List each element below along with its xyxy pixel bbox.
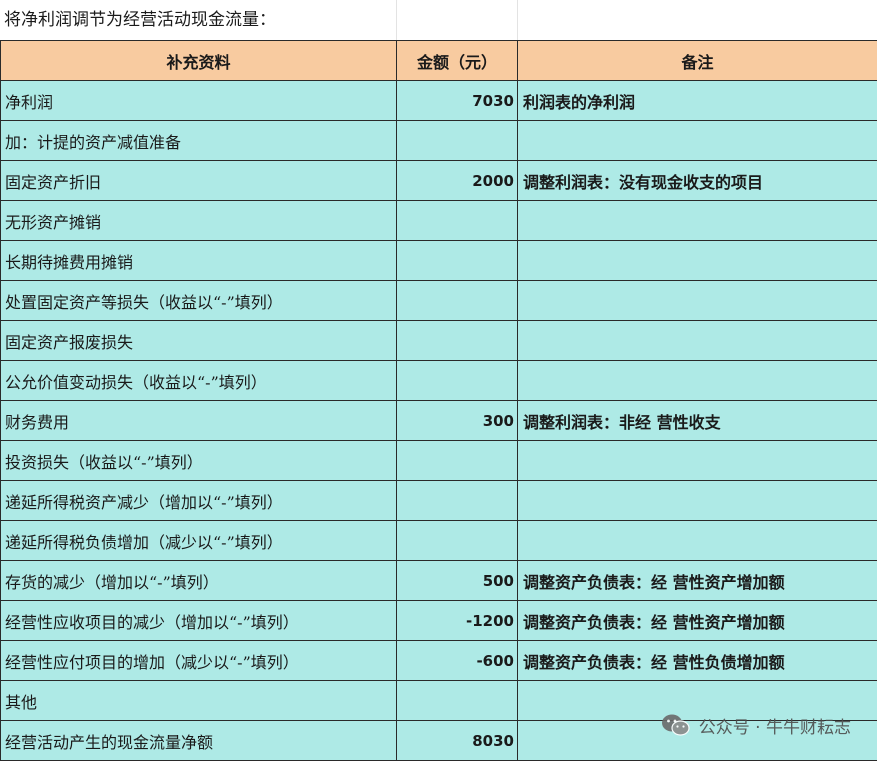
row-label-cell[interactable]: 其他	[0, 680, 397, 721]
row-label-cell[interactable]: 投资损失（收益以“-”填列）	[0, 440, 397, 481]
row-amount-cell[interactable]	[396, 360, 518, 401]
watermark: 公众号 · 牛牛财耘志	[661, 707, 851, 743]
sheet-title[interactable]: 将净利润调节为经营活动现金流量：	[4, 0, 276, 40]
row-note-cell[interactable]: 利润表的净利润	[517, 80, 877, 121]
row-note-cell[interactable]	[517, 360, 877, 401]
table-row: 经营性应付项目的增加（减少以“-”填列） -600 调整资产负债表：经 营性负债增加…	[0, 640, 877, 681]
row-amount-cell[interactable]	[396, 240, 518, 281]
header-row: 补充资料 金额（元） 备注	[0, 40, 877, 81]
row-note-cell[interactable]	[517, 440, 877, 481]
table-row: 存货的减少（增加以“-”填列） 500 调整资产负债表：经 营性资产增加额	[0, 560, 877, 601]
gridline	[517, 0, 518, 40]
header-note[interactable]: 备注	[517, 40, 877, 81]
table-row: 无形资产摊销	[0, 200, 877, 241]
row-note-cell[interactable]: 调整资产负债表：经 营性负债增加额	[517, 640, 877, 681]
row-amount-cell[interactable]: 8030	[396, 720, 518, 761]
row-amount-cell[interactable]	[396, 120, 518, 161]
table-row: 递延所得税资产减少（增加以“-”填列）	[0, 480, 877, 521]
row-amount-cell[interactable]	[396, 520, 518, 561]
row-amount-cell[interactable]	[396, 440, 518, 481]
row-label-cell[interactable]: 处置固定资产等损失（收益以“-”填列）	[0, 280, 397, 321]
watermark-text: 公众号 · 牛牛财耘志	[698, 717, 851, 738]
table-row: 处置固定资产等损失（收益以“-”填列）	[0, 280, 877, 321]
row-label-cell[interactable]: 公允价值变动损失（收益以“-”填列）	[0, 360, 397, 401]
title-row: 将净利润调节为经营活动现金流量：	[0, 0, 877, 40]
row-note-cell[interactable]	[517, 520, 877, 561]
wechat-icon	[661, 714, 690, 736]
row-note-cell[interactable]	[517, 320, 877, 361]
row-label-cell[interactable]: 加：计提的资产减值准备	[0, 120, 397, 161]
table-row: 固定资产报废损失	[0, 320, 877, 361]
row-amount-cell[interactable]: -600	[396, 640, 518, 681]
row-label-cell[interactable]: 长期待摊费用摊销	[0, 240, 397, 281]
row-note-cell[interactable]: 调整资产负债表：经 营性资产增加额	[517, 560, 877, 601]
table-row: 长期待摊费用摊销	[0, 240, 877, 281]
header-amount[interactable]: 金额（元）	[396, 40, 518, 81]
row-amount-cell[interactable]: 300	[396, 400, 518, 441]
row-amount-cell[interactable]: 2000	[396, 160, 518, 201]
row-label-cell[interactable]: 固定资产报废损失	[0, 320, 397, 361]
table-row: 递延所得税负债增加（减少以“-”填列）	[0, 520, 877, 561]
row-label-cell[interactable]: 存货的减少（增加以“-”填列）	[0, 560, 397, 601]
row-label-cell[interactable]: 财务费用	[0, 400, 397, 441]
row-note-cell[interactable]: 调整利润表：非经 营性收支	[517, 400, 877, 441]
row-amount-cell[interactable]: 500	[396, 560, 518, 601]
row-note-cell[interactable]	[517, 280, 877, 321]
table-row: 财务费用 300 调整利润表：非经 营性收支	[0, 400, 877, 441]
row-label-cell[interactable]: 经营性应收项目的减少（增加以“-”填列）	[0, 600, 397, 641]
table-row: 固定资产折旧 2000 调整利润表：没有现金收支的项目	[0, 160, 877, 201]
row-label-cell[interactable]: 经营性应付项目的增加（减少以“-”填列）	[0, 640, 397, 681]
row-amount-cell[interactable]	[396, 280, 518, 321]
row-amount-cell[interactable]	[396, 320, 518, 361]
row-note-cell[interactable]	[517, 120, 877, 161]
row-label-cell[interactable]: 固定资产折旧	[0, 160, 397, 201]
row-note-cell[interactable]	[517, 200, 877, 241]
row-label-cell[interactable]: 递延所得税资产减少（增加以“-”填列）	[0, 480, 397, 521]
cashflow-table: 补充资料 金额（元） 备注 净利润 7030 利润表的净利润 加：计提的资产减值准备固…	[0, 40, 877, 761]
table-row: 净利润 7030 利润表的净利润	[0, 80, 877, 121]
row-label-cell[interactable]: 无形资产摊销	[0, 200, 397, 241]
row-amount-cell[interactable]	[396, 200, 518, 241]
table-row: 加：计提的资产减值准备	[0, 120, 877, 161]
row-label-cell[interactable]: 递延所得税负债增加（减少以“-”填列）	[0, 520, 397, 561]
row-amount-cell[interactable]	[396, 480, 518, 521]
row-note-cell[interactable]	[517, 240, 877, 281]
row-amount-cell[interactable]: -1200	[396, 600, 518, 641]
row-label-cell[interactable]: 经营活动产生的现金流量净额	[0, 720, 397, 761]
row-note-cell[interactable]: 调整利润表：没有现金收支的项目	[517, 160, 877, 201]
table-row: 投资损失（收益以“-”填列）	[0, 440, 877, 481]
gridline	[396, 0, 397, 40]
row-note-cell[interactable]: 调整资产负债表：经 营性资产增加额	[517, 600, 877, 641]
row-amount-cell[interactable]	[396, 680, 518, 721]
row-label-cell[interactable]: 净利润	[0, 80, 397, 121]
row-amount-cell[interactable]: 7030	[396, 80, 518, 121]
table-row: 公允价值变动损失（收益以“-”填列）	[0, 360, 877, 401]
table-row: 经营性应收项目的减少（增加以“-”填列） -1200 调整资产负债表：经 营性资产增…	[0, 600, 877, 641]
header-supplementary[interactable]: 补充资料	[0, 40, 397, 81]
row-note-cell[interactable]	[517, 480, 877, 521]
spreadsheet: 将净利润调节为经营活动现金流量： 补充资料 金额（元） 备注 净利润 7030 利润…	[0, 0, 877, 761]
